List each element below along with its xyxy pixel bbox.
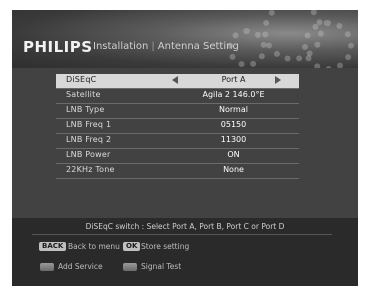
divider [32, 234, 332, 235]
menu-row-value: None [223, 165, 244, 174]
menu-row-label: LNB Type [66, 105, 105, 114]
breadcrumb: Installation | Antenna Setting [93, 41, 239, 52]
menu-row-lnb-freq-1[interactable]: LNB Freq 1 05150 [56, 119, 299, 134]
red-key-icon[interactable] [40, 263, 54, 271]
gear-icon [302, 20, 354, 72]
menu-row-label: 22KHz Tone [66, 165, 115, 174]
menu-row-value: Normal [219, 105, 248, 114]
page-title: Antenna Setting [157, 41, 239, 52]
menu-row-value: 05150 [220, 120, 247, 129]
menu-row-label: LNB Power [66, 150, 111, 159]
menu-row-22khz-tone[interactable]: 22KHz Tone None [56, 164, 299, 179]
arrow-right-icon[interactable] [275, 76, 281, 84]
ok-key-label: Store setting [141, 242, 190, 251]
menu-row-value: 11300 [220, 135, 247, 144]
menu-row-lnb-freq-2[interactable]: LNB Freq 2 11300 [56, 134, 299, 149]
menu-row-satellite[interactable]: Satellite Agila 2 146.0°E [56, 89, 299, 104]
menu-row-label: LNB Freq 2 [66, 135, 112, 144]
settings-menu: DiSEqC Port A Satellite Agila 2 146.0°E … [12, 68, 358, 218]
menu-row-lnb-type[interactable]: LNB Type Normal [56, 104, 299, 119]
menu-row-value: ON [227, 150, 240, 159]
menu-row-lnb-power[interactable]: LNB Power ON [56, 149, 299, 164]
menu-row-label: LNB Freq 1 [66, 120, 112, 129]
back-key-label: Back to menu [68, 242, 120, 251]
menu-row-label: DiSEqC [66, 75, 97, 84]
menu-row-value: Port A [221, 75, 246, 84]
breadcrumb-separator: | [151, 41, 155, 52]
ok-key[interactable]: OK [123, 242, 141, 251]
add-service-label: Add Service [58, 262, 103, 271]
menu-row-value: Agila 2 146.0°E [202, 90, 265, 99]
signal-test-label: Signal Test [141, 262, 182, 271]
help-text: DiSEqC switch : Select Port A, Port B, P… [85, 222, 285, 231]
tv-screen: PHILIPS Installation | Antenna Setting DiS… [12, 10, 358, 286]
back-key[interactable]: BACK [39, 242, 67, 251]
breadcrumb-section: Installation [93, 41, 149, 52]
menu-row-label: Satellite [66, 90, 101, 99]
header-banner: PHILIPS Installation | Antenna Setting [12, 10, 358, 72]
green-key-icon[interactable] [123, 263, 137, 271]
footer: DiSEqC switch : Select Port A, Port B, P… [12, 218, 358, 286]
menu-row-diseqc[interactable]: DiSEqC Port A [56, 74, 299, 89]
brand-logo: PHILIPS [23, 38, 93, 56]
